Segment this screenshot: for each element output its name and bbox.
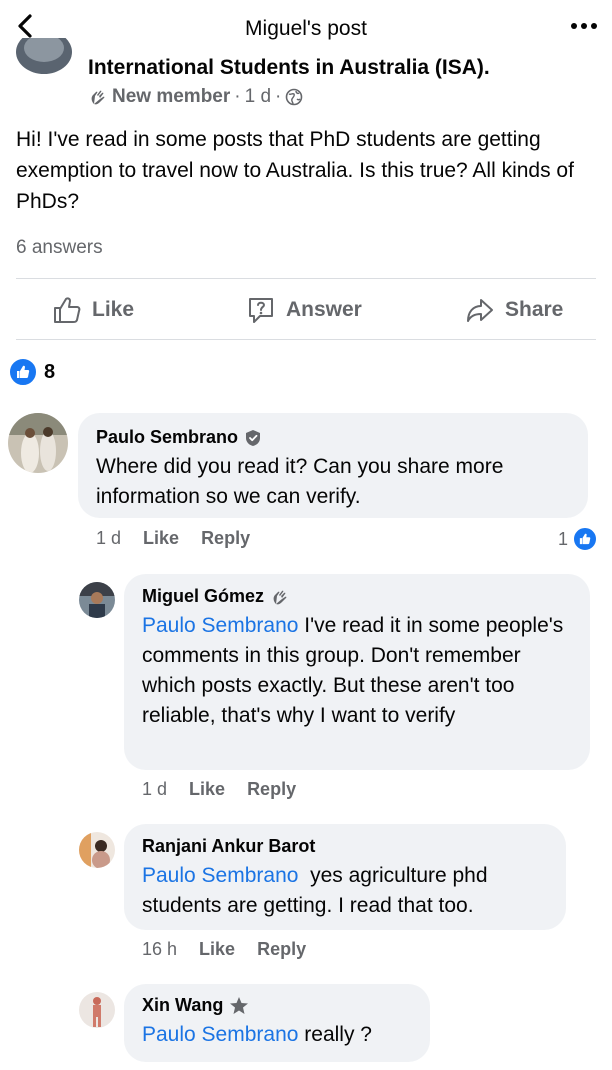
mention-link[interactable]: Paulo Sembrano [142,1023,298,1046]
comment-reaction-count[interactable]: 1 [558,526,599,552]
page-title: Miguel's post [245,17,367,40]
like-reaction-icon [572,526,599,552]
comment-like-button[interactable]: Like [189,779,225,800]
comment-author[interactable]: Xin Wang [142,995,414,1016]
comment-actions: 16 h Like Reply [142,939,306,960]
answers-count[interactable]: 6 answers [16,237,103,259]
reaction-number: 1 [558,528,569,549]
separator: · [234,86,241,107]
author-name[interactable]: Xin Wang [142,995,223,1016]
post-text: Hi! I've read in some posts that PhD stu… [16,128,574,213]
globe-icon [286,88,303,106]
comment-time[interactable]: 16 h [142,939,177,960]
like-button[interactable]: Like [52,293,134,327]
avatar[interactable] [79,832,115,868]
mention-link[interactable]: Paulo Sembrano [142,864,298,887]
comment-actions: 1 d Like Reply [96,528,250,549]
wave-icon [91,90,105,105]
avatar[interactable] [79,992,115,1028]
answer-label: Answer [286,298,362,321]
author-name[interactable]: Ranjani Ankur Barot [142,836,315,857]
post-time[interactable]: 1 d [245,86,271,108]
divider [16,278,596,279]
comment-like-button[interactable]: Like [199,939,235,960]
poster-avatar[interactable] [16,38,72,76]
comment-time[interactable]: 1 d [142,779,167,800]
group-name[interactable]: International Students in Australia (ISA… [88,56,490,80]
comment-actions: 1 d Like Reply [142,779,296,800]
comment-text: Paulo Sembrano really ? [142,1020,414,1050]
verified-shield-icon [246,429,261,446]
comment-author[interactable]: Ranjani Ankur Barot [142,836,550,857]
comment-bubble: Xin Wang Paulo Sembrano really ? [124,984,430,1062]
like-reaction-icon [8,357,38,387]
reaction-summary[interactable]: 8 [8,357,55,387]
avatar[interactable] [79,582,115,618]
member-badge: New member [112,86,231,107]
answer-button[interactable]: Answer [246,293,362,327]
comment-reply-button[interactable]: Reply [257,939,306,960]
separator: · [275,86,282,107]
share-label: Share [505,298,564,321]
thumbs-up-icon [54,297,81,323]
share-arrow-icon [467,299,493,322]
more-icon[interactable] [570,16,598,36]
comment-bubble: Miguel Gómez Paulo Sembrano I've read it… [124,574,590,770]
comment-text: Paulo Sembrano I've read it in some peop… [142,611,574,731]
comment-like-button[interactable]: Like [143,528,179,549]
comment-bubble: Ranjani Ankur Barot Paulo Sembrano yes a… [124,824,566,930]
comment-bubble: Paulo Sembrano Where did you read it? Ca… [78,413,588,518]
mention-link[interactable]: Paulo Sembrano [142,614,298,637]
comment-text: Where did you read it? Can you share mor… [96,455,504,508]
wave-icon [273,590,287,604]
author-name[interactable]: Paulo Sembrano [96,427,238,448]
comment-time[interactable]: 1 d [96,528,121,549]
like-label: Like [92,298,135,321]
comment-author[interactable]: Paulo Sembrano [96,427,570,448]
comment-body: really ? [304,1023,372,1046]
avatar[interactable] [8,413,68,473]
comment-reply-button[interactable]: Reply [201,528,250,549]
reaction-count: 8 [44,360,56,383]
star-badge-icon [230,996,249,1014]
post-meta: New member · 1 d · [88,86,303,108]
comment-reply-button[interactable]: Reply [247,779,296,800]
divider [16,339,596,340]
author-name[interactable]: Miguel Gómez [142,586,264,607]
share-button[interactable]: Share [465,293,563,327]
comment-text: Paulo Sembrano yes agriculture phd stude… [142,861,550,921]
question-icon [249,298,273,323]
comment-author[interactable]: Miguel Gómez [142,586,574,607]
